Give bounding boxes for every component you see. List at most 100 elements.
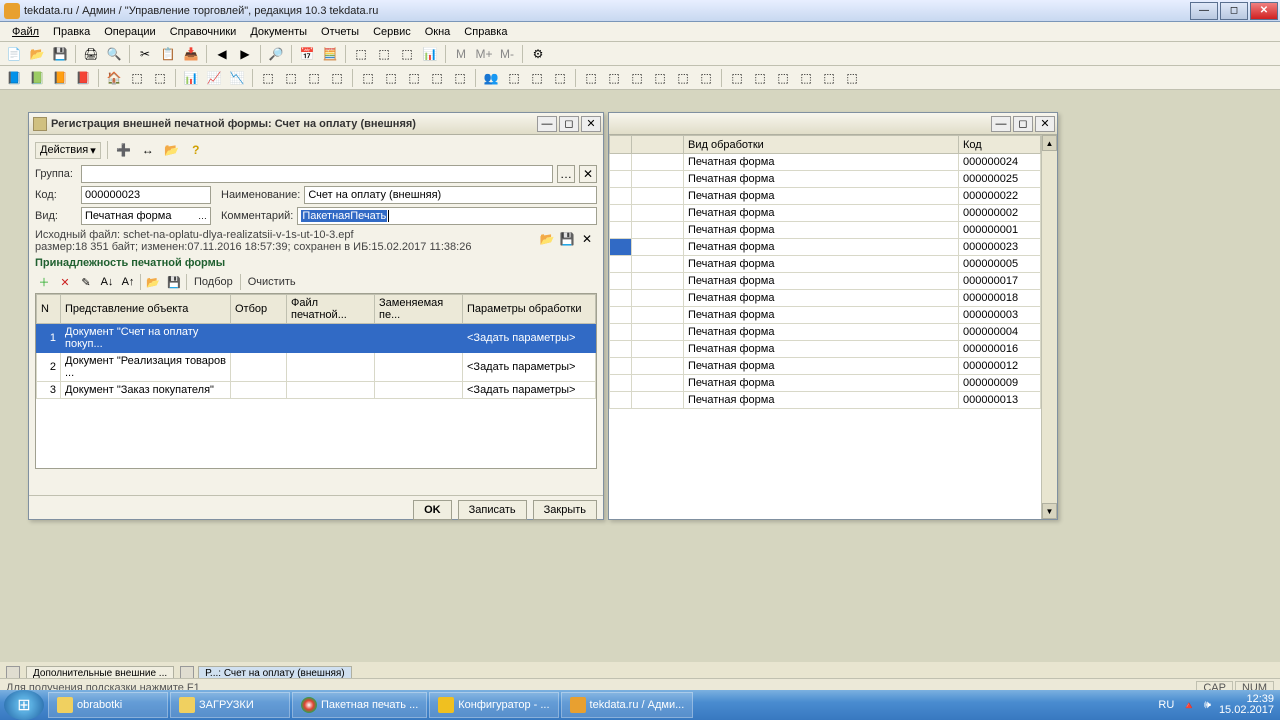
calendar-icon[interactable]: 📅 bbox=[297, 44, 317, 64]
sort-asc-icon[interactable]: A↓ bbox=[98, 273, 116, 291]
toolbar-icon[interactable]: M- bbox=[497, 44, 517, 64]
kind-input[interactable]: Печатная форма … bbox=[81, 207, 211, 225]
scrollbar[interactable]: ▲ ▼ bbox=[1041, 135, 1057, 519]
list-row[interactable]: Печатная форма000000001 bbox=[610, 222, 1041, 239]
menu-documents[interactable]: Документы bbox=[244, 24, 313, 40]
tb2-icon[interactable]: ⬚ bbox=[650, 68, 670, 88]
copy-icon[interactable]: 📋 bbox=[158, 44, 178, 64]
back-icon[interactable]: ◀ bbox=[212, 44, 232, 64]
tb2-icon[interactable]: ⬚ bbox=[327, 68, 347, 88]
scroll-up-icon[interactable]: ▲ bbox=[1042, 135, 1057, 151]
col-type[interactable]: Вид обработки bbox=[684, 136, 959, 154]
toolbar-icon[interactable]: M+ bbox=[474, 44, 494, 64]
maximize-button[interactable]: ◻ bbox=[1220, 2, 1248, 20]
toolbar-icon[interactable]: ⚙ bbox=[528, 44, 548, 64]
new-icon[interactable]: 📄 bbox=[4, 44, 24, 64]
tb2-icon[interactable]: 📗 bbox=[27, 68, 47, 88]
list-row[interactable]: Печатная форма000000023 bbox=[610, 239, 1041, 256]
tb2-icon[interactable]: ⬚ bbox=[358, 68, 378, 88]
start-button[interactable]: ⊞ bbox=[4, 690, 44, 720]
tb2-icon[interactable]: 📈 bbox=[204, 68, 224, 88]
menu-help[interactable]: Справка bbox=[458, 24, 513, 40]
col-otbor[interactable]: Отбор bbox=[231, 295, 287, 324]
clock[interactable]: 12:39 15.02.2017 bbox=[1219, 694, 1274, 716]
tb2-icon[interactable]: ⬚ bbox=[581, 68, 601, 88]
find-icon[interactable]: 🔎 bbox=[266, 44, 286, 64]
tb2-icon[interactable]: ⬚ bbox=[750, 68, 770, 88]
menu-edit[interactable]: Правка bbox=[47, 24, 96, 40]
toolbar-icon[interactable]: ⬚ bbox=[397, 44, 417, 64]
tb2-icon[interactable]: 📉 bbox=[227, 68, 247, 88]
tb2-icon[interactable]: 🏠 bbox=[104, 68, 124, 88]
dropdown-icon[interactable]: … bbox=[198, 211, 207, 221]
list-row[interactable]: Печатная форма000000004 bbox=[610, 324, 1041, 341]
tb2-icon[interactable]: ⬚ bbox=[819, 68, 839, 88]
open-file-icon[interactable]: 📂 bbox=[537, 229, 557, 249]
table-row[interactable]: 2Документ "Реализация товаров ...<Задать… bbox=[37, 353, 596, 382]
table-row[interactable]: 1Документ "Счет на оплату покуп...<Задат… bbox=[37, 324, 596, 353]
select-button[interactable]: … bbox=[557, 165, 575, 183]
tb2-icon[interactable]: ⬚ bbox=[504, 68, 524, 88]
tb2-icon[interactable]: 📕 bbox=[73, 68, 93, 88]
dialog-minimize[interactable]: — bbox=[537, 116, 557, 132]
menu-file[interactable]: Файл bbox=[6, 24, 45, 40]
close-button[interactable]: ✕ bbox=[1250, 2, 1278, 20]
toolbar-icon[interactable]: 📊 bbox=[420, 44, 440, 64]
tb2-icon[interactable]: ⬚ bbox=[150, 68, 170, 88]
tb2-icon[interactable]: ⬚ bbox=[427, 68, 447, 88]
col-file[interactable]: Файл печатной... bbox=[287, 295, 375, 324]
menu-directories[interactable]: Справочники bbox=[164, 24, 243, 40]
paste-icon[interactable]: 📥 bbox=[181, 44, 201, 64]
podbor-button[interactable]: Подбор bbox=[190, 275, 237, 289]
list-minimize[interactable]: — bbox=[991, 116, 1011, 132]
tb2-icon[interactable]: ⬚ bbox=[673, 68, 693, 88]
tb2-icon[interactable]: ⬚ bbox=[304, 68, 324, 88]
minimize-button[interactable]: — bbox=[1190, 2, 1218, 20]
tb2-icon[interactable]: ⬚ bbox=[627, 68, 647, 88]
col-repl[interactable]: Заменяемая пе... bbox=[375, 295, 463, 324]
add-row-icon[interactable]: ＋ bbox=[35, 273, 53, 291]
name-input[interactable] bbox=[304, 186, 597, 204]
forward-icon[interactable]: ▶ bbox=[235, 44, 255, 64]
ok-button[interactable]: OK bbox=[413, 500, 452, 520]
list-table[interactable]: Вид обработки Код Печатная форма00000002… bbox=[609, 135, 1041, 409]
tb2-icon[interactable]: ⬚ bbox=[404, 68, 424, 88]
col-icon2[interactable] bbox=[632, 136, 684, 154]
col-param[interactable]: Параметры обработки bbox=[463, 295, 596, 324]
tray-icon[interactable]: 🕪 bbox=[1204, 699, 1211, 712]
tb2-icon[interactable]: ⬚ bbox=[450, 68, 470, 88]
sort-desc-icon[interactable]: A↑ bbox=[119, 273, 137, 291]
table-row[interactable]: 3Документ "Заказ покупателя"<Задать пара… bbox=[37, 382, 596, 399]
tb2-icon[interactable]: ⬚ bbox=[127, 68, 147, 88]
calc-icon[interactable]: 🧮 bbox=[320, 44, 340, 64]
tb2-icon[interactable]: 👥 bbox=[481, 68, 501, 88]
cut-icon[interactable]: ✂ bbox=[135, 44, 155, 64]
task-item[interactable]: Конфигуратор - ... bbox=[429, 692, 558, 718]
col-obj[interactable]: Представление объекта bbox=[61, 295, 231, 324]
list-maximize[interactable]: ◻ bbox=[1013, 116, 1033, 132]
tb2-icon[interactable]: ⬚ bbox=[550, 68, 570, 88]
tb2-icon[interactable]: ⬚ bbox=[258, 68, 278, 88]
tb2-icon[interactable]: ⬚ bbox=[773, 68, 793, 88]
list-row[interactable]: Печатная форма000000025 bbox=[610, 171, 1041, 188]
toolbar-icon[interactable]: ⬚ bbox=[374, 44, 394, 64]
objects-table[interactable]: N Представление объекта Отбор Файл печат… bbox=[36, 294, 596, 399]
toolbar-icon[interactable]: ⬚ bbox=[351, 44, 371, 64]
save-icon[interactable]: 💾 bbox=[50, 44, 70, 64]
tb2-icon[interactable]: 📘 bbox=[4, 68, 24, 88]
col-n[interactable]: N bbox=[37, 295, 61, 324]
delete-file-icon[interactable]: ✕ bbox=[577, 229, 597, 249]
toolbar-icon[interactable]: ↔ bbox=[138, 140, 158, 160]
open-icon[interactable]: 📂 bbox=[27, 44, 47, 64]
lang-indicator[interactable]: RU bbox=[1158, 699, 1174, 711]
list-row[interactable]: Печатная форма000000002 bbox=[610, 205, 1041, 222]
actions-menu[interactable]: Действия ▾ bbox=[35, 142, 101, 159]
help-icon[interactable]: ? bbox=[186, 140, 206, 160]
tb2-icon[interactable]: ⬚ bbox=[527, 68, 547, 88]
tb2-icon[interactable]: ⬚ bbox=[796, 68, 816, 88]
menu-windows[interactable]: Окна bbox=[419, 24, 457, 40]
task-item[interactable]: tekdata.ru / Адми... bbox=[561, 692, 694, 718]
delete-row-icon[interactable]: ✕ bbox=[56, 273, 74, 291]
menu-operations[interactable]: Операции bbox=[98, 24, 161, 40]
code-input[interactable] bbox=[81, 186, 211, 204]
